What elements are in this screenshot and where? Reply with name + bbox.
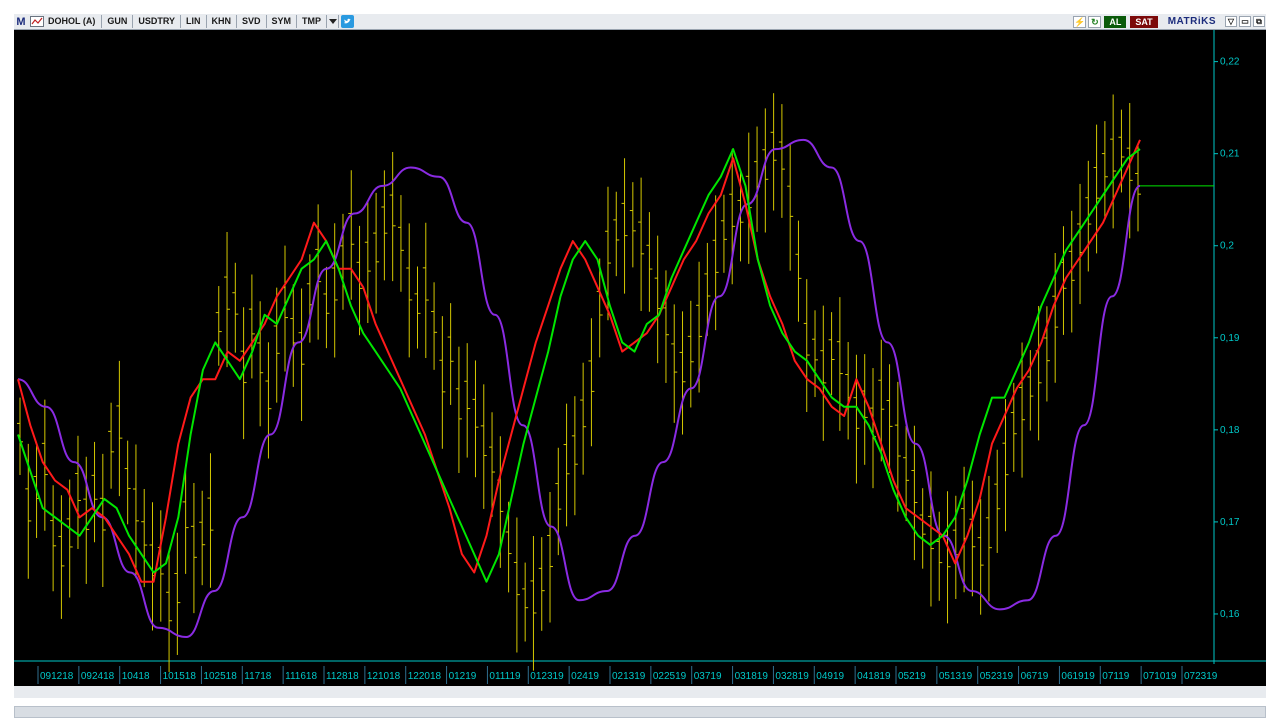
x-tick-label: 04919: [816, 671, 844, 682]
x-tick-label: 021319: [612, 671, 646, 682]
x-tick-label: 052319: [980, 671, 1014, 682]
sell-button[interactable]: SAT: [1130, 15, 1158, 28]
x-tick-label: 111618: [285, 671, 317, 682]
x-tick-label: 092418: [81, 671, 115, 682]
scale-button[interactable]: LIN: [181, 15, 207, 28]
dropdown-arrow-icon[interactable]: [327, 15, 340, 28]
x-tick-label: 112818: [326, 671, 359, 682]
currency-button[interactable]: USDTRY: [133, 15, 182, 28]
x-tick-label: 05219: [898, 671, 926, 682]
sym-button[interactable]: SYM: [267, 15, 298, 28]
buy-button[interactable]: AL: [1104, 15, 1127, 28]
x-tick-label: 10418: [122, 671, 150, 682]
period-button[interactable]: GUN: [102, 15, 134, 28]
x-tick-label: 07119: [1102, 671, 1130, 682]
y-tick-label: 0,22: [1220, 57, 1240, 68]
logo-mark: M: [16, 15, 26, 28]
x-tick-label: 072319: [1184, 671, 1218, 682]
cycle-line: [17, 138, 1141, 638]
x-tick-label: 101518: [163, 671, 197, 682]
x-tick-label: 011119: [489, 671, 521, 682]
restore-icon[interactable]: ▭: [1239, 16, 1251, 27]
y-tick-label: 0,2: [1220, 241, 1234, 252]
x-tick-label: 01219: [449, 671, 477, 682]
tmp-button[interactable]: TMP: [297, 15, 328, 28]
x-tick-label: 031819: [735, 671, 769, 682]
twitter-icon[interactable]: [341, 15, 355, 28]
chart-toolbar: M DOHOL (A) GUN USDTRY LIN KHN SVD SYM T…: [14, 14, 1266, 30]
khn-button[interactable]: KHN: [207, 15, 238, 28]
x-tick-label: 041819: [857, 671, 891, 682]
x-tick-label: 122018: [408, 671, 442, 682]
y-tick-label: 0,17: [1220, 517, 1240, 528]
x-tick-label: 071019: [1143, 671, 1177, 682]
x-tick-label: 11718: [244, 671, 272, 682]
y-tick-label: 0,19: [1220, 333, 1240, 344]
chart-area[interactable]: 0,16 0,17 0,18 0,19 0,2 0,21 0,22 091218 092418 1…: [14, 30, 1266, 686]
y-tick-label: 0,18: [1220, 425, 1240, 436]
x-tick-label: 102518: [203, 671, 237, 682]
minimize-icon[interactable]: ▽: [1225, 16, 1237, 27]
slow-ma-line: [17, 139, 1141, 583]
x-tick-label: 02419: [571, 671, 599, 682]
horizontal-scrollbar[interactable]: [14, 706, 1266, 718]
x-tick-label: 03719: [694, 671, 722, 682]
y-tick-label: 0,21: [1220, 149, 1240, 160]
refresh-icon[interactable]: ↻: [1088, 15, 1102, 28]
x-tick-label: 091218: [40, 671, 74, 682]
lightning-icon[interactable]: ⚡: [1073, 15, 1087, 28]
x-tick-label: 051319: [939, 671, 973, 682]
y-tick-label: 0,16: [1220, 609, 1240, 620]
x-tick-label: 061919: [1061, 671, 1095, 682]
x-tick-label: 121018: [367, 671, 401, 682]
svd-button[interactable]: SVD: [237, 15, 267, 28]
maximize-icon[interactable]: ⧉: [1253, 16, 1265, 27]
price-chart[interactable]: 0,16 0,17 0,18 0,19 0,2 0,21 0,22 091218 092418 1…: [14, 30, 1266, 686]
x-tick-label: 032819: [775, 671, 809, 682]
fast-ma-line: [17, 148, 1141, 583]
chart-type-icon[interactable]: [30, 16, 44, 27]
x-tick-label: 022519: [653, 671, 687, 682]
chart-status-strip: [14, 686, 1266, 698]
x-tick-label: 06719: [1021, 671, 1049, 682]
toolbar-right: ⚡ ↻ AL SAT MATRiKS ▽ ▭ ⧉: [1072, 14, 1266, 29]
x-tick-label: 012319: [530, 671, 564, 682]
symbol-label[interactable]: DOHOL (A): [46, 15, 103, 28]
brand-logo: MATRiKS: [1167, 16, 1216, 27]
